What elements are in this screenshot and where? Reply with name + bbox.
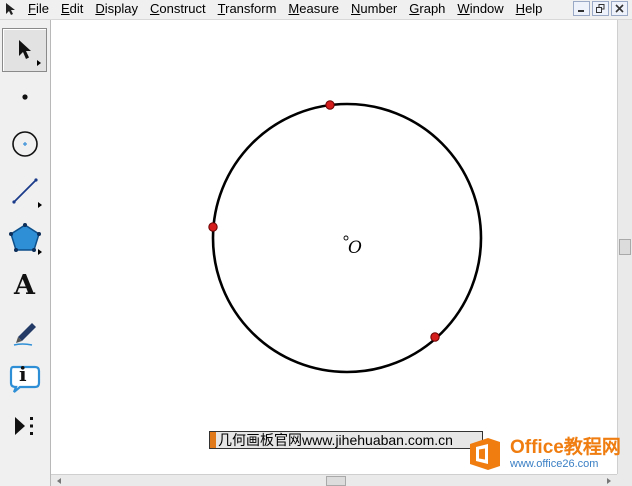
text-tool[interactable]: A	[2, 263, 47, 307]
information-tool[interactable]: i	[2, 357, 47, 401]
minimize-icon[interactable]	[573, 1, 590, 16]
office-logo-icon	[470, 438, 500, 470]
info-glyph: i	[19, 362, 27, 386]
close-icon[interactable]	[611, 1, 628, 16]
watermark-banner: 几何画板官网www.jihehuaban.com.cn	[209, 431, 483, 449]
center-label[interactable]: O	[348, 238, 362, 258]
logo-url: www.office26.com	[510, 457, 599, 470]
straightedge-icon	[11, 178, 38, 204]
menu-construct[interactable]: Construct	[150, 1, 206, 17]
circle-point-left[interactable]	[208, 222, 218, 232]
menu-help[interactable]: Help	[516, 1, 543, 17]
menu-transform[interactable]: Transform	[218, 1, 277, 17]
scroll-left-icon[interactable]	[57, 478, 61, 484]
menu-measure[interactable]: Measure	[288, 1, 339, 17]
compass-tool[interactable]	[2, 122, 47, 166]
circle-point-bottom-right[interactable]	[430, 332, 440, 342]
toolbox: A i	[0, 20, 51, 486]
scroll-right-icon[interactable]	[607, 478, 611, 484]
text-icon: A	[14, 269, 35, 301]
straightedge-tool[interactable]	[2, 169, 47, 213]
window-controls	[573, 1, 628, 16]
point-icon	[21, 94, 28, 100]
point-tool[interactable]	[2, 75, 47, 119]
menu-number[interactable]: Number	[351, 1, 397, 17]
menu-bar: File Edit Display Construct Transform Measure…	[0, 0, 632, 20]
vertical-scrollbar[interactable]	[617, 20, 632, 474]
menu-items: File Edit Display Construct Transform Measure…	[28, 1, 554, 17]
arrow-tool[interactable]	[2, 28, 47, 72]
arrow-icon	[18, 40, 31, 59]
marker-icon	[13, 323, 36, 346]
marker-tool[interactable]	[2, 310, 47, 354]
restore-icon[interactable]	[592, 1, 609, 16]
menu-window[interactable]: Window	[457, 1, 503, 17]
menu-edit[interactable]: Edit	[61, 1, 83, 17]
watermark-accent	[210, 432, 216, 448]
menu-display[interactable]: Display	[95, 1, 138, 17]
submenu-indicator-icon	[38, 202, 42, 208]
custom-tool[interactable]	[2, 404, 47, 448]
circle-point-top[interactable]	[325, 100, 335, 110]
menu-file[interactable]: File	[28, 1, 49, 17]
office-logo: Office教程网 www.office26.com	[466, 432, 626, 476]
submenu-indicator-icon	[37, 60, 41, 66]
sketch-drawing	[208, 100, 483, 374]
horizontal-scroll-thumb[interactable]	[326, 476, 346, 486]
compass-icon	[11, 131, 38, 157]
sketch-canvas[interactable]: O	[51, 20, 616, 474]
submenu-indicator-icon	[38, 249, 42, 255]
watermark-text: 几何画板官网www.jihehuaban.com.cn	[218, 432, 453, 448]
polygon-tool[interactable]	[2, 216, 47, 260]
menu-graph[interactable]: Graph	[409, 1, 445, 17]
polygon-icon	[8, 223, 41, 252]
custom-tool-icon	[14, 417, 33, 435]
app-icon[interactable]	[4, 2, 18, 16]
vertical-scroll-thumb[interactable]	[619, 239, 631, 255]
logo-title: Office教程网	[510, 436, 621, 458]
